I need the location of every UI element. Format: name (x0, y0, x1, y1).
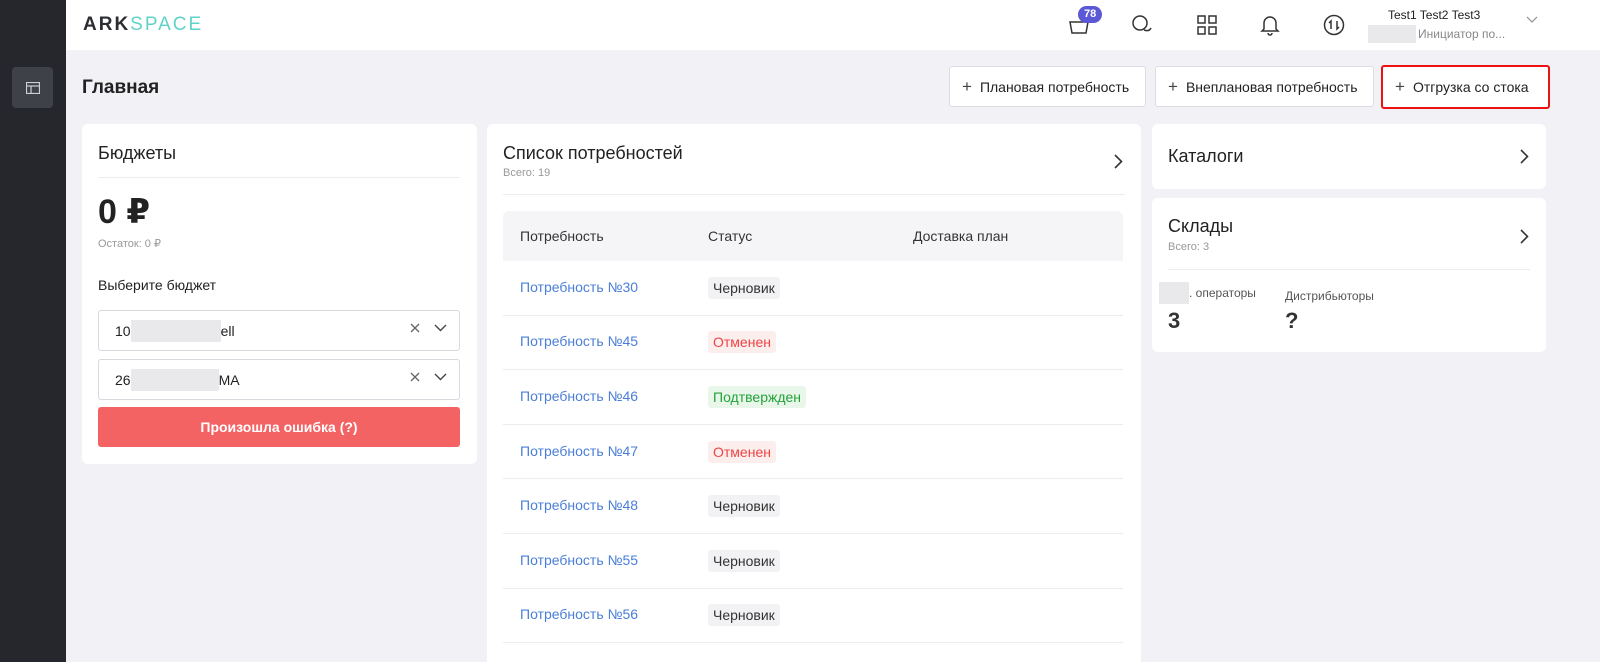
redacted-area (130, 368, 219, 391)
table-row[interactable]: Потребность №30 Черновик (503, 261, 1123, 316)
table-row[interactable]: Потребность №48 Черновик (503, 479, 1123, 534)
operators-stat[interactable]: . операторы (1159, 282, 1256, 304)
column-header: Потребность (520, 228, 604, 244)
page-title: Главная (82, 77, 160, 98)
divider (1168, 269, 1530, 270)
plus-icon: + (962, 76, 972, 96)
needs-table: Потребность Статус Доставка план Потребн… (503, 211, 1123, 644)
status-badge: Отменен (708, 331, 776, 354)
warehouses-title: Склады (1168, 216, 1234, 236)
divider (503, 194, 1125, 195)
table-row[interactable]: Потребность №55 Черновик (503, 534, 1123, 589)
status-badge: Черновик (708, 276, 780, 299)
table-header: Потребность Статус Доставка план (503, 211, 1123, 261)
distributors-count[interactable]: ? (1285, 308, 1298, 334)
clear-icon[interactable] (410, 323, 420, 333)
status-badge: Черновик (708, 549, 780, 572)
stock-shipment-button[interactable]: + Отгрузка со стока (1381, 65, 1550, 109)
table-row[interactable]: Потребность №45 Отменен (503, 316, 1123, 371)
unplanned-need-button[interactable]: + Внеплановая потребность (1155, 66, 1374, 107)
budgets-title: Бюджеты (98, 143, 177, 163)
table-body: Потребность №30 Черновик Потребность №45 От… (503, 261, 1123, 644)
needs-list-card: Список потребностей Всего: 19 Потребност… (487, 124, 1141, 662)
planned-need-button[interactable]: + Плановая потребность (949, 66, 1146, 107)
grid-icon (1197, 15, 1217, 35)
chat-button[interactable] (1127, 10, 1157, 40)
redacted-area (1159, 282, 1189, 304)
chevron-down-icon[interactable] (1526, 16, 1538, 24)
needs-total: Всего: 19 (503, 167, 551, 179)
budget-select-1[interactable]: 10 ell (98, 310, 460, 351)
sidebar-item-dashboard[interactable] (12, 67, 53, 108)
select-budget-label: Выберите бюджет (98, 277, 217, 293)
need-link[interactable]: Потребность №30 (520, 279, 638, 295)
distributors-label: Дистрибьюторы (1285, 289, 1374, 303)
chevron-down-icon[interactable] (434, 373, 447, 381)
status-badge: Черновик (708, 495, 780, 518)
status-badge: Подтвержден (708, 385, 807, 408)
notifications-button[interactable] (1255, 10, 1285, 40)
error-button[interactable]: Произошла ошибка (?) (98, 407, 460, 447)
clear-icon[interactable] (410, 372, 420, 382)
catalogs-title: Каталоги (1168, 146, 1244, 166)
chevron-right-icon[interactable] (1114, 154, 1123, 169)
need-link[interactable]: Потребность №55 (520, 552, 638, 568)
logo[interactable]: ARKSPACE (83, 14, 203, 36)
budget-select-2[interactable]: 26 MA (98, 359, 460, 400)
column-header: Статус (708, 228, 753, 244)
swap-icon (1323, 14, 1345, 36)
column-header: Доставка план (913, 228, 1009, 244)
chevron-right-icon[interactable] (1520, 149, 1529, 164)
cart-button[interactable]: 78 (1064, 6, 1103, 40)
warehouses-card: Склады Всего: 3 . операторы 3 Дистрибьют… (1152, 198, 1546, 352)
top-bar: ARKSPACE 78 Test1 Test2 Test3 Инициатор … (66, 0, 1600, 50)
budgets-card: Бюджеты 0 ₽ Остаток: 0 ₽ Выберите бюджет… (82, 124, 477, 464)
chat-icon (1132, 15, 1152, 32)
user-menu[interactable]: Test1 Test2 Test3 Инициатор по... (1368, 8, 1548, 43)
need-link[interactable]: Потребность №56 (520, 606, 638, 622)
sidebar (0, 0, 66, 662)
bell-icon (1260, 16, 1280, 36)
need-link[interactable]: Потребность №47 (520, 443, 638, 459)
redacted-area (130, 319, 221, 342)
table-row[interactable]: Потребность №46 Подтвержден (503, 370, 1123, 425)
status-badge: Отменен (708, 440, 776, 463)
apps-button[interactable] (1192, 10, 1222, 40)
chevron-down-icon[interactable] (434, 324, 447, 332)
status-badge: Черновик (708, 604, 780, 627)
catalogs-card[interactable]: Каталоги (1152, 124, 1546, 189)
plus-icon: + (1395, 77, 1405, 96)
budget-remainder: Остаток: 0 ₽ (98, 238, 161, 250)
redacted-area (1368, 25, 1416, 43)
table-icon (25, 81, 40, 94)
chevron-right-icon[interactable] (1520, 229, 1529, 244)
table-row[interactable]: Потребность №47 Отменен (503, 425, 1123, 480)
need-link[interactable]: Потребность №45 (520, 333, 638, 349)
divider (98, 177, 460, 178)
user-name: Test1 Test2 Test3 (1388, 8, 1481, 22)
need-link[interactable]: Потребность №48 (520, 497, 638, 513)
cart-count-badge: 78 (1078, 6, 1103, 23)
warehouses-total: Всего: 3 (1168, 241, 1210, 253)
need-link[interactable]: Потребность №46 (520, 388, 638, 404)
table-row[interactable]: Потребность №56 Черновик (503, 589, 1123, 644)
needs-title: Список потребностей (503, 143, 683, 163)
switch-button[interactable] (1319, 10, 1349, 40)
plus-icon: + (1168, 76, 1178, 96)
user-role: Инициатор по... (1418, 27, 1506, 41)
operators-count: 3 (1168, 308, 1181, 333)
budget-amount: 0 ₽ (98, 193, 151, 231)
